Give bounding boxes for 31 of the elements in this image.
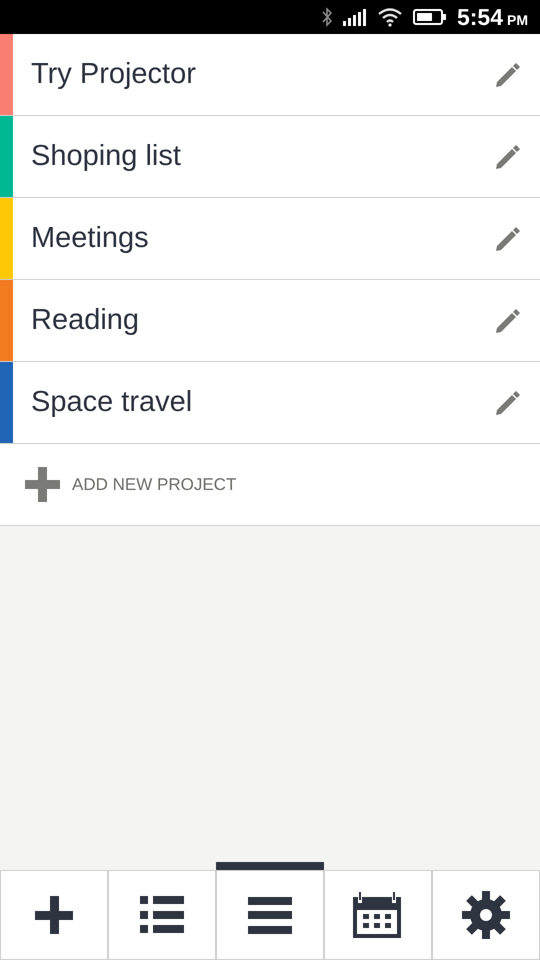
project-row[interactable]: Try Projector <box>0 34 540 116</box>
project-row[interactable]: Reading <box>0 280 540 362</box>
calendar-icon <box>353 892 403 938</box>
clock-time: 5:54 <box>456 2 503 32</box>
plus-icon <box>25 467 60 502</box>
pencil-icon[interactable] <box>494 60 522 88</box>
plus-icon <box>35 896 73 934</box>
project-row[interactable]: Shoping list <box>0 116 540 198</box>
wifi-icon <box>376 7 403 27</box>
tab-button[interactable] <box>324 870 432 960</box>
clock-period: PM <box>507 10 528 30</box>
pencil-icon[interactable] <box>494 306 522 334</box>
tab-button[interactable] <box>216 870 324 960</box>
battery-icon <box>412 8 447 26</box>
pencil-icon[interactable] <box>494 388 522 416</box>
project-name: Reading <box>31 302 140 338</box>
pencil-icon[interactable] <box>494 142 522 170</box>
project-name: Meetings <box>31 220 150 256</box>
tab-button[interactable] <box>0 870 108 960</box>
tab-button[interactable] <box>432 870 540 960</box>
project-row[interactable]: Meetings <box>0 198 540 280</box>
bluetooth-icon <box>320 7 333 27</box>
tab-button[interactable] <box>108 870 216 960</box>
pencil-icon[interactable] <box>494 224 522 252</box>
project-name: Try Projector <box>31 56 197 92</box>
signal-icon <box>342 8 367 26</box>
settings-icon <box>462 891 510 939</box>
list-icon <box>140 896 184 934</box>
project-name: Space travel <box>31 384 194 420</box>
menu-icon <box>248 896 292 934</box>
project-name: Shoping list <box>31 138 182 174</box>
